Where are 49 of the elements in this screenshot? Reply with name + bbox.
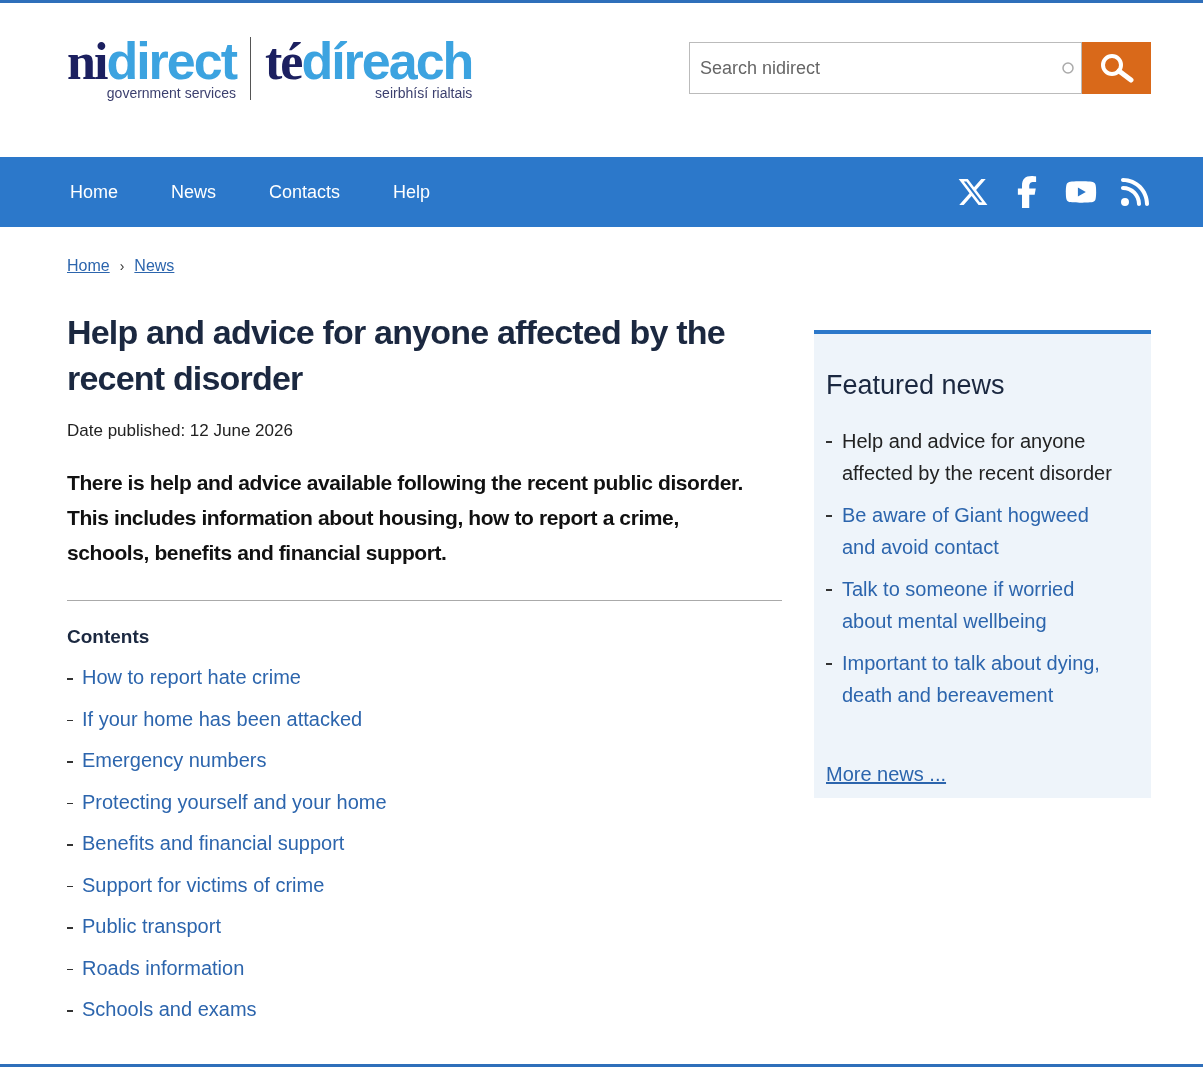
contents-link[interactable]: Benefits and financial support — [82, 832, 345, 855]
breadcrumb-link[interactable]: Home — [67, 257, 110, 275]
dash-icon — [67, 885, 73, 887]
contents-link[interactable]: How to report hate crime — [82, 666, 301, 689]
contents-link[interactable]: Protecting yourself and your home — [82, 790, 387, 814]
nav-link[interactable]: Contacts — [269, 181, 341, 203]
news-link[interactable]: Important to talk about dying, death and bereavement — [842, 647, 1121, 711]
news-link[interactable]: Be aware of Giant hogweed and avoid contact — [842, 499, 1121, 563]
nav-link[interactable]: Help — [393, 181, 431, 203]
dash-icon — [826, 589, 832, 591]
dash-icon — [67, 678, 73, 680]
news-link[interactable]: Talk to someone if worried about mental wellbeing — [842, 573, 1121, 637]
breadcrumb-link[interactable]: News — [134, 257, 175, 275]
x-logo-icon[interactable] — [957, 176, 989, 208]
logo-wordmark[interactable]: tédíreach — [265, 36, 473, 86]
contents-link[interactable]: Emergency numbers — [82, 749, 267, 772]
search-button[interactable] — [1082, 42, 1151, 94]
search-field[interactable]: Search nidirect — [689, 42, 1082, 94]
more-news-link[interactable]: More news ... — [826, 763, 947, 785]
article-summary: There is help and advice available following the recent public disorder. This includes information about housing, how to report a crime, schools, benefits and financial support. — [67, 470, 745, 566]
dash-icon — [67, 719, 73, 721]
dash-icon — [67, 761, 73, 763]
date-published: Date published: 12 June 2026 — [67, 421, 294, 441]
dash-icon — [67, 802, 73, 804]
dash-icon — [826, 441, 832, 443]
dash-icon — [67, 927, 73, 929]
nav-link[interactable]: Home — [70, 181, 118, 203]
contents-heading: Contents — [67, 626, 151, 648]
current-news-item[interactable]: Help and advice for anyone affected by the recent disorder — [842, 425, 1121, 489]
nav-link[interactable]: News — [171, 181, 217, 203]
search-icon — [1099, 53, 1134, 83]
logo-tagline: seirbhísí rialtais — [375, 85, 473, 100]
contents-link[interactable]: Public transport — [82, 915, 221, 938]
circle-icon — [1062, 62, 1074, 74]
contents-link[interactable]: Schools and exams — [82, 998, 257, 1021]
dash-icon — [826, 515, 832, 517]
dash-icon — [67, 1010, 73, 1012]
dash-icon — [67, 968, 73, 970]
contents-link[interactable]: Support for victims of crime — [82, 873, 325, 897]
dash-icon — [67, 844, 73, 846]
rss-icon[interactable] — [1119, 176, 1151, 208]
contents-link[interactable]: Roads information — [82, 956, 245, 980]
logo-tagline: government services — [106, 85, 236, 100]
dash-icon — [826, 663, 832, 665]
logo-wordmark[interactable]: nidirect — [67, 36, 236, 86]
chevron-icon: › — [119, 258, 125, 274]
contents-link[interactable]: If your home has been attacked — [82, 707, 363, 731]
featured-heading: Featured news — [826, 370, 1006, 401]
article-title: Help and advice for anyone affected by the recent disorder — [67, 312, 726, 399]
